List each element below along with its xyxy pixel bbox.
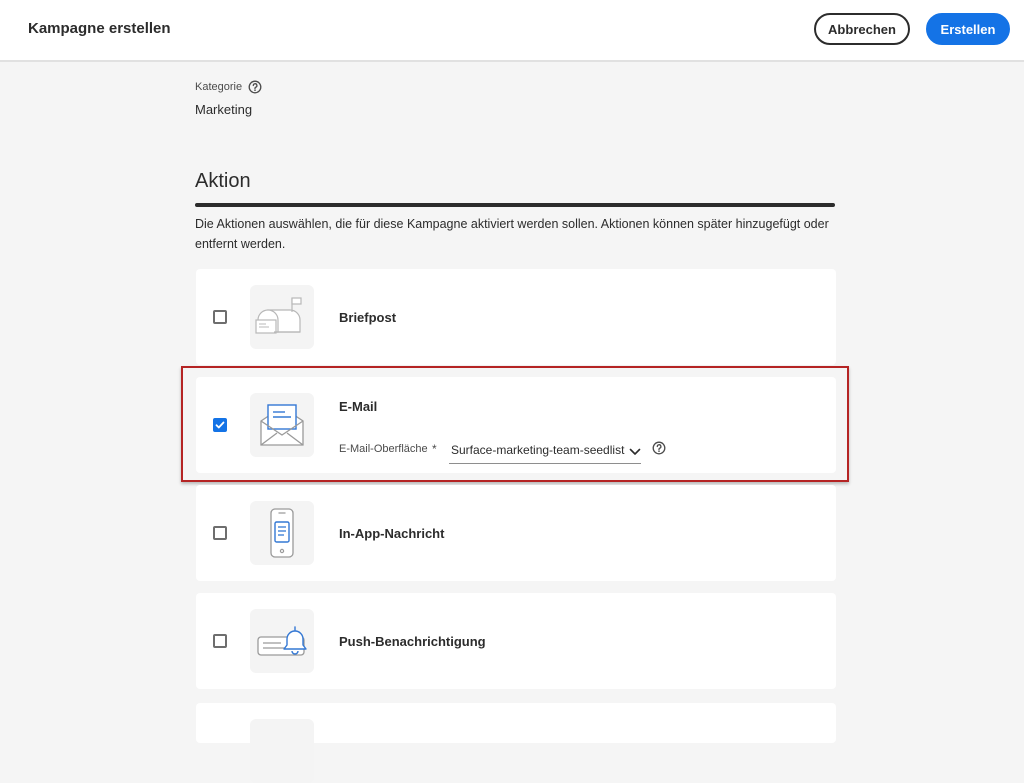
in-app-label: In-App-Nachricht (339, 526, 445, 541)
card-icon-placeholder (250, 719, 314, 783)
action-card-in-app[interactable]: In-App-Nachricht (196, 485, 836, 581)
action-card-direct-mail[interactable]: Briefpost (196, 269, 836, 365)
email-surface-label: E-Mail-Oberfläche (339, 443, 428, 455)
email-surface-select[interactable]: Surface-marketing-team-seedlist (449, 437, 641, 464)
section-divider (195, 203, 835, 207)
chevron-down-icon (629, 445, 641, 459)
direct-mail-checkbox[interactable] (213, 310, 227, 324)
required-indicator: * (432, 442, 437, 456)
page-title: Kampagne erstellen (28, 20, 171, 37)
mobile-message-icon (250, 501, 314, 565)
action-card-email[interactable]: E-Mail E-Mail-Oberfläche * Surface-marke… (196, 377, 836, 473)
cancel-button[interactable]: Abbrechen (814, 13, 910, 45)
action-card-next[interactable] (196, 703, 836, 783)
email-checkbox[interactable] (213, 418, 227, 432)
category-label: Kategorie (195, 81, 243, 93)
push-checkbox[interactable] (213, 634, 227, 648)
email-envelope-icon (250, 393, 314, 457)
push-label: Push-Benachrichtigung (339, 634, 486, 649)
help-icon[interactable] (248, 80, 262, 94)
top-bar: Kampagne erstellen Abbrechen Erstellen (0, 0, 1024, 62)
email-label: E-Mail (339, 399, 378, 414)
section-description: Die Aktionen auswählen, die für diese Ka… (195, 217, 829, 251)
in-app-checkbox[interactable] (213, 526, 227, 540)
create-button[interactable]: Erstellen (926, 13, 1010, 45)
push-bell-icon (250, 609, 314, 673)
mailbox-icon (250, 285, 314, 349)
direct-mail-label: Briefpost (339, 310, 397, 325)
action-card-push[interactable]: Push-Benachrichtigung (196, 593, 836, 689)
category-label-row: Kategorie (195, 80, 262, 94)
help-icon[interactable] (652, 441, 666, 460)
section-title: Aktion (195, 170, 251, 192)
email-surface-value: Surface-marketing-team-seedlist (451, 443, 625, 457)
category-value: Marketing (195, 102, 253, 117)
